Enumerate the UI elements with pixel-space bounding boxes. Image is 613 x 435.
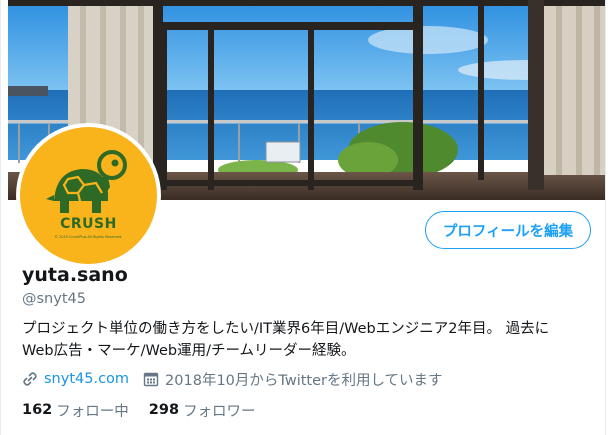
bio-line: Web広告・マーケ/Web運用/チームリーダー経験。: [22, 343, 356, 359]
profile-bio: プロジェクト単位の働き方をしたい/IT業界6年目/Webエンジニア2年目。 過去…: [22, 318, 582, 362]
calendar-icon: [143, 372, 159, 387]
profile-avatar[interactable]: CRUSH © 2019 CrushPlus All Rights Reserv…: [16, 123, 161, 268]
followers-count[interactable]: 298: [149, 402, 179, 418]
profile-meta: snyt45.com 2018年10月からTwitterを利用しています: [22, 368, 443, 390]
profile-stats: 162 フォロー中 298 フォロワー: [22, 399, 276, 421]
avatar-logo-text: CRUSH: [60, 216, 117, 232]
turtle-icon: [46, 150, 127, 213]
bio-line: プロジェクト単位の働き方をしたい/IT業界6年目/Webエンジニア2年目。 過去…: [22, 321, 550, 337]
profile-website-link[interactable]: snyt45.com: [44, 371, 129, 387]
page-frame-right: [605, 0, 606, 435]
following-count[interactable]: 162: [22, 402, 52, 418]
link-icon: [23, 372, 37, 386]
page-frame-left: [0, 0, 1, 435]
joined-date: 2018年10月からTwitterを利用しています: [165, 372, 443, 389]
display-name: yuta.sano: [22, 264, 128, 286]
avatar-copyright-text: © 2019 CrushPlus All Rights Reserved.: [54, 235, 123, 239]
followers-label[interactable]: フォロワー: [183, 400, 256, 421]
edit-profile-button[interactable]: プロフィールを編集: [425, 211, 591, 249]
avatar-image: CRUSH © 2019 CrushPlus All Rights Reserv…: [20, 127, 157, 264]
user-handle: @snyt45: [22, 291, 86, 307]
following-label[interactable]: フォロー中: [56, 400, 129, 421]
